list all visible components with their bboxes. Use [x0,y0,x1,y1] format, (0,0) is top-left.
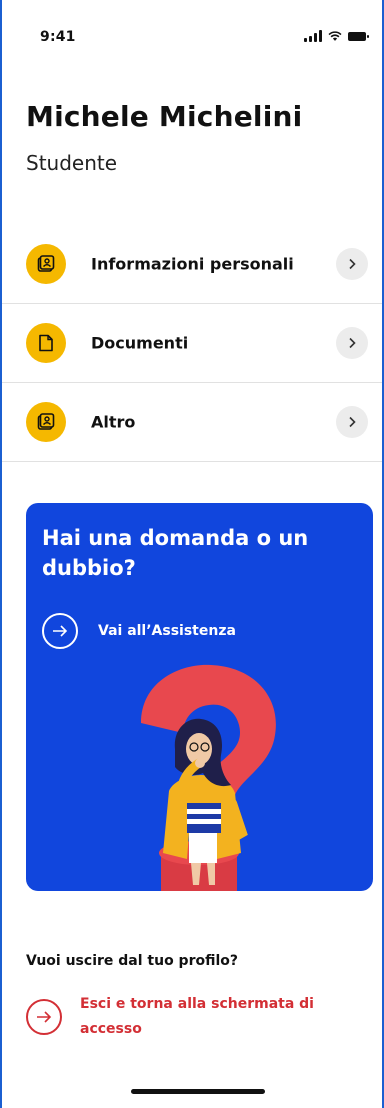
menu-item-label: Informazioni personali [91,254,294,274]
home-indicator [131,1089,265,1094]
wifi-icon [328,31,342,41]
support-link-label: Vai all’Assistenza [98,623,236,639]
page-title: Michele Michelini [26,100,303,133]
status-icons [304,30,369,42]
logout-link-label: Esci e torna alla schermata di accesso [80,996,314,1037]
menu-item-label: Altro [91,412,136,432]
signal-icon [304,30,322,42]
arrow-right-icon [26,999,62,1035]
woman-question-illustration [141,664,276,891]
phone-frame: 9:41 Michele Michelini Studente Informaz… [0,0,384,1108]
chevron-right-icon [336,406,368,438]
chevron-right-icon [336,248,368,280]
profile-role: Studente [26,151,118,175]
support-link[interactable]: Vai all’Assistenza [42,613,236,649]
logout-question: Vuoi uscire dal tuo profilo? [26,953,239,969]
status-time: 9:41 [40,29,76,45]
help-card-title: Hai una domanda o un dubbio? [42,526,309,580]
help-card: Hai una domanda o un dubbio? Vai all’Ass… [26,503,373,891]
status-bar: 9:41 [2,0,382,60]
menu-item-other[interactable]: Altro [2,383,382,462]
document-icon [26,323,66,363]
profile-menu: Informazioni personali Documenti Altro [2,225,382,462]
id-card-icon [26,244,66,284]
id-card-icon [26,402,66,442]
chevron-right-icon [336,327,368,359]
battery-icon [348,31,369,41]
arrow-right-icon [42,613,78,649]
menu-item-label: Documenti [91,333,189,353]
logout-link[interactable]: Esci e torna alla schermata di accesso [26,992,320,1042]
menu-item-documents[interactable]: Documenti [2,304,382,383]
menu-item-personal-info[interactable]: Informazioni personali [2,225,382,304]
